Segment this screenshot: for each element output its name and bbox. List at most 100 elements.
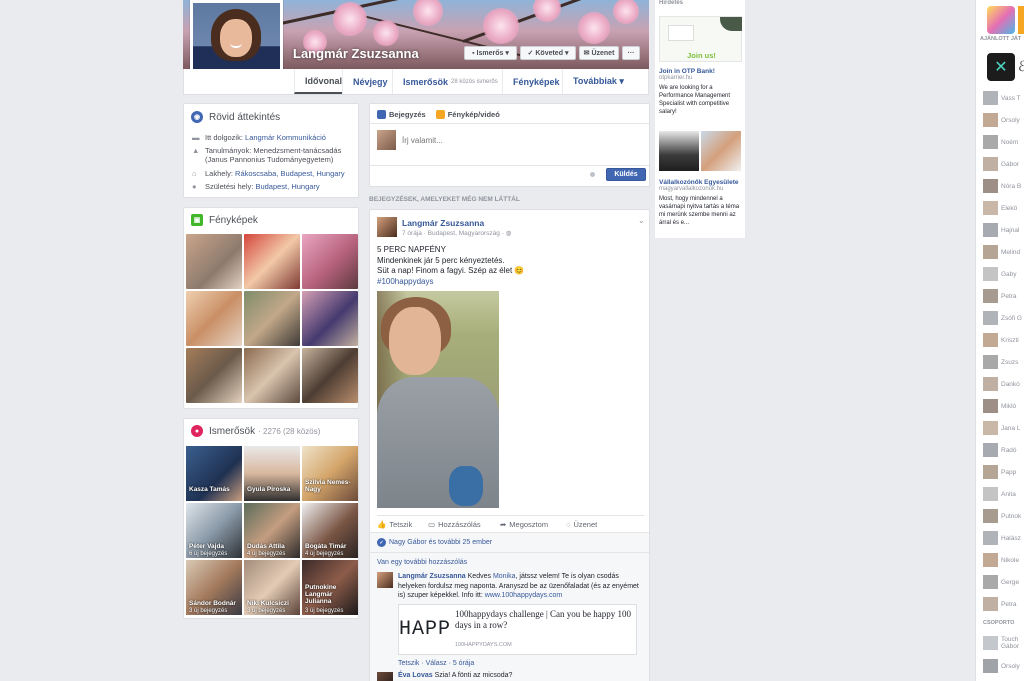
contact-item[interactable]: Putnok [983,509,1024,523]
group-item[interactable]: Touch Gábor [983,636,1024,654]
likes-summary[interactable]: ✓ Nagy Gábor és további 25 ember [377,538,492,547]
photos-title[interactable]: ▣ Fényképek [191,214,258,226]
contact-item[interactable]: Gaby [983,267,1024,281]
game-icon-partial[interactable] [1018,6,1024,34]
comment-avatar[interactable] [377,672,393,681]
follow-button[interactable]: ✓ Követed ▾ [520,46,576,60]
work-link[interactable]: Langmár Kommunikáció [245,133,326,142]
contact-item[interactable]: Petra [983,597,1024,611]
study-school[interactable]: (Janus Pannonius Tudományegyetem) [205,155,333,164]
friends-button[interactable]: ▪ Ismerős ▾ [464,46,517,60]
post-author-name[interactable]: Langmár Zsuzsanna [402,218,484,228]
composer-input[interactable] [402,133,632,147]
more-button[interactable]: ··· [622,46,640,60]
game-icon[interactable] [987,6,1015,34]
comment-mention[interactable]: Monika [493,573,516,580]
friend-tile[interactable]: Putnokine Langmár Julianna 3 új bejegyzés [302,560,358,615]
post-meta-text[interactable]: 7 órája · Budapest, Magyarország · [402,230,506,237]
friend-tile[interactable]: Szilvia Nemes-Nagy [302,446,358,501]
contact-item[interactable]: Orsoly [983,659,1024,673]
ad1-title[interactable]: Join in OTP Bank! [659,68,715,75]
post-options-chevron-icon[interactable]: ⌄ [638,216,645,225]
tab-about[interactable]: Névjegy [342,69,392,94]
contact-item[interactable]: Radó [983,443,1024,457]
composer-divider [370,165,649,166]
comment-author[interactable]: Langmár Zsuzsanna [398,573,466,580]
friend-tile[interactable]: Sándor Bodnár 3 új bejegyzés [186,560,242,615]
friend-tile[interactable]: Dudás Attila 4 új bejegyzés [244,503,300,558]
group-avatar [983,636,998,650]
contact-item[interactable]: Kriszti [983,333,1024,347]
friends-title[interactable]: ● Ismerősök · 2276 (28 közös) [191,425,320,437]
photo-thumbnail[interactable] [302,291,358,346]
contact-item[interactable]: Zsuzs [983,355,1024,369]
photo-thumbnail[interactable] [302,234,358,289]
privacy-icon[interactable] [590,172,595,177]
contact-item[interactable]: Petra [983,289,1024,303]
contact-item[interactable]: Gerge [983,575,1024,589]
contact-avatar [983,179,998,193]
post-author-avatar[interactable] [377,217,397,237]
lives-link[interactable]: Rákoscsaba, Budapest, Hungary [235,169,345,178]
contact-item[interactable]: Elekö [983,201,1024,215]
photo-thumbnail[interactable] [186,291,242,346]
game-partial-icon[interactable]: ℰ [1018,58,1024,75]
contact-item[interactable]: Mikló [983,399,1024,413]
contact-item[interactable]: Anita [983,487,1024,501]
composer-tab-post[interactable]: Bejegyzés [377,110,426,119]
post-photo[interactable] [377,291,499,508]
friend-tile[interactable]: Péter Vajda 6 új bejegyzés [186,503,242,558]
contact-item[interactable]: Hajnal [983,223,1024,237]
ad1-image[interactable]: Join us! [659,16,742,62]
photo-thumbnail[interactable] [186,234,242,289]
contact-item[interactable]: Noém [983,135,1024,149]
comment-button[interactable]: ▭ Hozzászólás [428,520,481,529]
photo-thumbnail[interactable] [244,291,300,346]
contact-item[interactable]: Melind [983,245,1024,259]
profile-name[interactable]: Langmár Zsuzsanna [293,46,419,61]
share-button[interactable]: ➦ Megosztom [500,520,548,529]
contact-item[interactable]: Nóra B [983,179,1024,193]
friend-tile[interactable]: Niki Kulcsiczi 3 új bejegyzés [244,560,300,615]
message-button[interactable]: ✉ Üzenet [579,46,619,60]
contact-item[interactable]: Orsoly [983,113,1024,127]
contact-item[interactable]: Vass T [983,91,1024,105]
comment2-author[interactable]: Éva Lovas [398,672,433,679]
contact-item[interactable]: Jana L [983,421,1024,435]
born-link[interactable]: Budapest, Hungary [255,182,319,191]
post-message-button[interactable]: ◌ Üzenet [566,520,597,529]
friend-tile[interactable]: Gyula Piroska [244,446,300,501]
photo-thumbnail[interactable] [302,348,358,403]
photo-thumbnail[interactable] [244,234,300,289]
like-button[interactable]: 👍 Tetszik [377,520,412,529]
friend-sub: 3 új bejegyzés [247,608,286,614]
tab-timeline[interactable]: Idővonal [294,69,342,94]
comment-url[interactable]: www.100happydays.com [485,592,562,599]
game-x-icon[interactable]: ✕ [987,53,1015,81]
ad2-title[interactable]: Vállalkozónők Egyesülete [659,179,738,186]
more-comments-link[interactable]: Van egy további hozzászólás [377,559,467,566]
send-button[interactable]: Küldés [606,168,646,181]
contact-item[interactable]: Zsófi G [983,311,1024,325]
contact-avatar [983,311,998,325]
tab-photos[interactable]: Fényképek [502,69,562,94]
contact-item[interactable]: Halász [983,531,1024,545]
ad2-image-right[interactable] [701,131,741,171]
friend-tile[interactable]: Kasza Tamás [186,446,242,501]
contact-item[interactable]: Gábor [983,157,1024,171]
study-value[interactable]: Menedzsment-tanácsadás [253,146,341,155]
contact-item[interactable]: Papp [983,465,1024,479]
link-preview[interactable]: HAPPY 100happydays challenge | Can you b… [398,604,637,655]
tab-more[interactable]: Továbbiak ▾ [562,69,628,94]
contact-item[interactable]: Nikole [983,553,1024,567]
contact-item[interactable]: Dankó [983,377,1024,391]
photo-thumbnail[interactable] [186,348,242,403]
friend-tile[interactable]: Bogáta Timár 4 új bejegyzés [302,503,358,558]
ad2-image-left[interactable] [659,131,699,171]
composer-tab-photo[interactable]: Fénykép/videó [435,110,500,119]
comment-avatar[interactable] [377,572,393,588]
tab-friends[interactable]: Ismerősök 28 közös ismerős [392,69,502,94]
post-hashtag[interactable]: #100happydays [377,277,524,288]
comment-actions[interactable]: Tetszik · Válasz · 5 órája [398,660,474,667]
photo-thumbnail[interactable] [244,348,300,403]
